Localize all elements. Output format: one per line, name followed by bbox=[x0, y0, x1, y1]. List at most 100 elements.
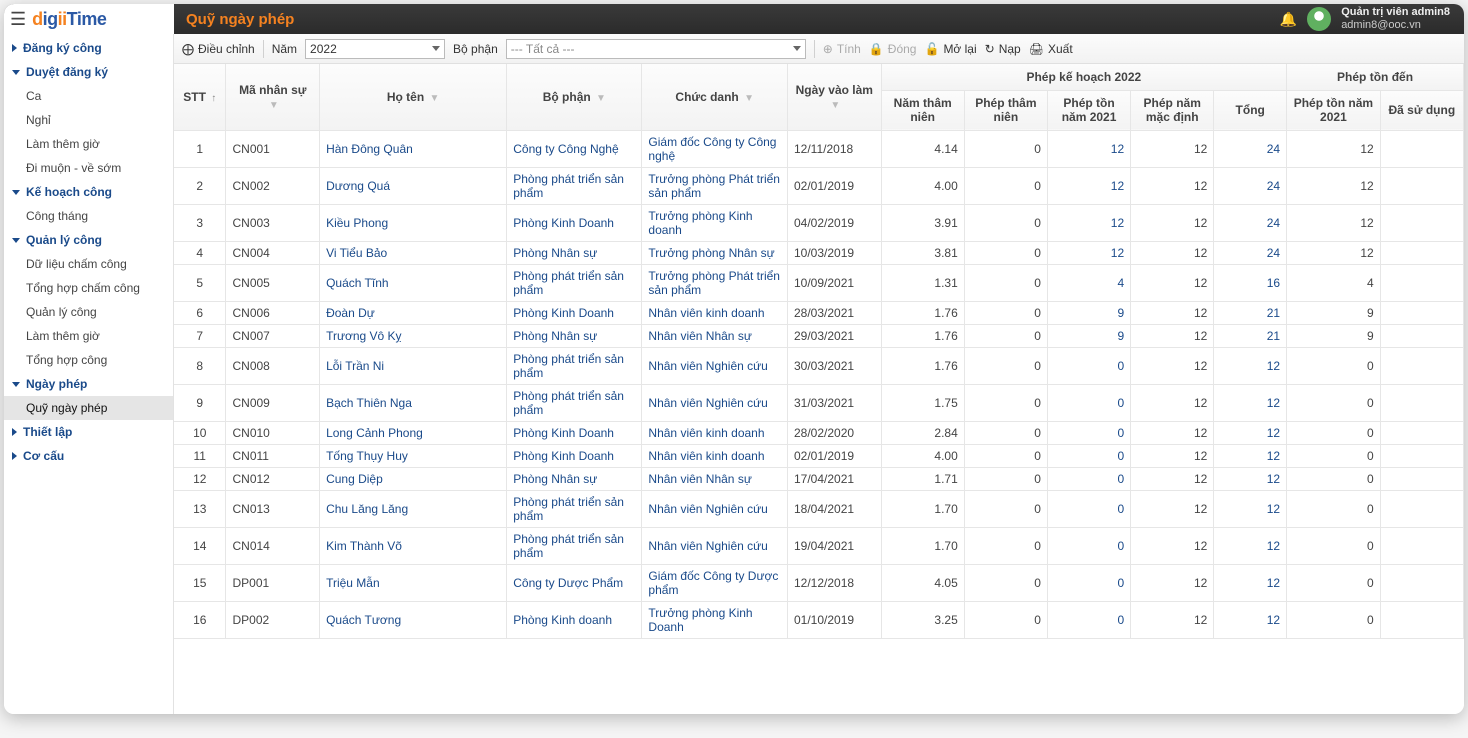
cell-chucdanh[interactable]: Nhân viên kinh doanh bbox=[642, 301, 788, 324]
col-tong[interactable]: Tổng bbox=[1214, 90, 1287, 130]
cell-tong[interactable]: 24 bbox=[1214, 130, 1287, 167]
cell-chucdanh[interactable]: Nhân viên Nghiên cứu bbox=[642, 384, 788, 421]
nav-item-lam-them-gio[interactable]: Làm thêm giờ bbox=[4, 132, 173, 156]
cell-bophan[interactable]: Phòng phát triển sản phẩm bbox=[507, 527, 642, 564]
table-row[interactable]: 9CN009Bạch Thiên NgaPhòng phát triển sản… bbox=[174, 384, 1464, 421]
cell-tong[interactable]: 12 bbox=[1214, 601, 1287, 638]
nav-duyet-dang-ky[interactable]: Duyệt đăng ký bbox=[4, 60, 173, 84]
cell-tong[interactable]: 12 bbox=[1214, 467, 1287, 490]
cell-hoten[interactable]: Hàn Đông Quân bbox=[320, 130, 507, 167]
cell-tong[interactable]: 12 bbox=[1214, 347, 1287, 384]
cell-chucdanh[interactable]: Trưởng phòng Phát triển sản phẩm bbox=[642, 264, 788, 301]
bell-icon[interactable]: 🔔 bbox=[1280, 11, 1297, 28]
nav-item-lam-them-gio-2[interactable]: Làm thêm giờ bbox=[4, 324, 173, 348]
cell-phepton21[interactable]: 12 bbox=[1047, 204, 1130, 241]
col-chucdanh[interactable]: Chức danh ▼ bbox=[642, 64, 788, 130]
table-row[interactable]: 16DP002Quách TươngPhòng Kinh doanhTrưởng… bbox=[174, 601, 1464, 638]
cell-phepton21[interactable]: 12 bbox=[1047, 167, 1130, 204]
col-stt[interactable]: STT ↑ bbox=[174, 64, 226, 130]
nav-item-quan-ly-cong[interactable]: Quản lý công bbox=[4, 300, 173, 324]
table-row[interactable]: 6CN006Đoàn DựPhòng Kinh DoanhNhân viên k… bbox=[174, 301, 1464, 324]
cell-hoten[interactable]: Lỗi Trần Ni bbox=[320, 347, 507, 384]
cell-bophan[interactable]: Phòng Nhân sự bbox=[507, 324, 642, 347]
cell-tong[interactable]: 21 bbox=[1214, 324, 1287, 347]
reopen-button[interactable]: 🔓Mở lại bbox=[924, 42, 976, 56]
nav-item-cong-thang[interactable]: Công tháng bbox=[4, 204, 173, 228]
cell-chucdanh[interactable]: Giám đốc Công ty Công nghệ bbox=[642, 130, 788, 167]
col-namtn[interactable]: Năm thâm niên bbox=[881, 90, 964, 130]
cell-hoten[interactable]: Bạch Thiên Nga bbox=[320, 384, 507, 421]
cell-chucdanh[interactable]: Nhân viên Nghiên cứu bbox=[642, 527, 788, 564]
cell-phepton21[interactable]: 0 bbox=[1047, 347, 1130, 384]
year-select[interactable]: 2022 bbox=[305, 39, 445, 59]
cell-chucdanh[interactable]: Nhân viên kinh doanh bbox=[642, 421, 788, 444]
table-row[interactable]: 8CN008Lỗi Trần NiPhòng phát triển sản ph… bbox=[174, 347, 1464, 384]
cell-chucdanh[interactable]: Nhân viên Nhân sự bbox=[642, 324, 788, 347]
table-row[interactable]: 15DP001Triệu MẫnCông ty Dược PhẩmGiám đố… bbox=[174, 564, 1464, 601]
avatar[interactable] bbox=[1307, 7, 1331, 31]
nav-item-tong-hop-cong[interactable]: Tổng hợp công bbox=[4, 348, 173, 372]
cell-hoten[interactable]: Dương Quá bbox=[320, 167, 507, 204]
refresh-button[interactable]: ↻Nạp bbox=[985, 42, 1021, 56]
filter-icon[interactable]: ▼ bbox=[744, 93, 754, 104]
cell-chucdanh[interactable]: Trưởng phòng Phát triển sản phẩm bbox=[642, 167, 788, 204]
cell-phepton21[interactable]: 0 bbox=[1047, 444, 1130, 467]
nav-ngay-phep[interactable]: Ngày phép bbox=[4, 372, 173, 396]
table-row[interactable]: 7CN007Trương Vô KỵPhòng Nhân sựNhân viên… bbox=[174, 324, 1464, 347]
cell-phepton21[interactable]: 0 bbox=[1047, 421, 1130, 444]
cell-hoten[interactable]: Long Cảnh Phong bbox=[320, 421, 507, 444]
col-pheptn[interactable]: Phép thâm niên bbox=[964, 90, 1047, 130]
nav-dang-ky-cong[interactable]: Đăng ký công bbox=[4, 36, 173, 60]
cell-bophan[interactable]: Phòng phát triển sản phẩm bbox=[507, 264, 642, 301]
cell-bophan[interactable]: Phòng Kinh doanh bbox=[507, 601, 642, 638]
col-hoten[interactable]: Họ tên ▼ bbox=[320, 64, 507, 130]
cell-hoten[interactable]: Tống Thụy Huy bbox=[320, 444, 507, 467]
col-phepmd[interactable]: Phép năm mặc định bbox=[1131, 90, 1214, 130]
col-phepton21b[interactable]: Phép tồn năm 2021 bbox=[1287, 90, 1381, 130]
cell-tong[interactable]: 12 bbox=[1214, 384, 1287, 421]
cell-hoten[interactable]: Trương Vô Kỵ bbox=[320, 324, 507, 347]
cell-bophan[interactable]: Phòng phát triển sản phẩm bbox=[507, 384, 642, 421]
table-row[interactable]: 10CN010Long Cảnh PhongPhòng Kinh DoanhNh… bbox=[174, 421, 1464, 444]
nav-ke-hoach-cong[interactable]: Kế hoạch công bbox=[4, 180, 173, 204]
cell-chucdanh[interactable]: Giám đốc Công ty Dược phẩm bbox=[642, 564, 788, 601]
cell-phepton21[interactable]: 9 bbox=[1047, 301, 1130, 324]
cell-chucdanh[interactable]: Nhân viên Nghiên cứu bbox=[642, 347, 788, 384]
cell-phepton21[interactable]: 0 bbox=[1047, 384, 1130, 421]
cell-phepton21[interactable]: 4 bbox=[1047, 264, 1130, 301]
cell-hoten[interactable]: Chu Lăng Lăng bbox=[320, 490, 507, 527]
cell-chucdanh[interactable]: Nhân viên Nhân sự bbox=[642, 467, 788, 490]
cell-bophan[interactable]: Phòng Nhân sự bbox=[507, 467, 642, 490]
cell-bophan[interactable]: Phòng Kinh Doanh bbox=[507, 301, 642, 324]
table-row[interactable]: 11CN011Tống Thụy HuyPhòng Kinh DoanhNhân… bbox=[174, 444, 1464, 467]
cell-hoten[interactable]: Triệu Mẫn bbox=[320, 564, 507, 601]
nav-thiet-lap[interactable]: Thiết lập bbox=[4, 420, 173, 444]
filter-icon[interactable]: ▼ bbox=[269, 100, 279, 111]
nav-item-ca[interactable]: Ca bbox=[4, 84, 173, 108]
cell-chucdanh[interactable]: Trưởng phòng Nhân sự bbox=[642, 241, 788, 264]
table-row[interactable]: 13CN013Chu Lăng LăngPhòng phát triển sản… bbox=[174, 490, 1464, 527]
cell-hoten[interactable]: Đoàn Dự bbox=[320, 301, 507, 324]
cell-hoten[interactable]: Kim Thành Võ bbox=[320, 527, 507, 564]
table-row[interactable]: 4CN004Vi Tiểu BảoPhòng Nhân sựTrưởng phò… bbox=[174, 241, 1464, 264]
cell-chucdanh[interactable]: Nhân viên kinh doanh bbox=[642, 444, 788, 467]
table-row[interactable]: 3CN003Kiều PhongPhòng Kinh DoanhTrưởng p… bbox=[174, 204, 1464, 241]
col-bophan[interactable]: Bộ phận ▼ bbox=[507, 64, 642, 130]
nav-item-nghi[interactable]: Nghỉ bbox=[4, 108, 173, 132]
cell-bophan[interactable]: Phòng phát triển sản phẩm bbox=[507, 347, 642, 384]
col-ma[interactable]: Mã nhân sự ▼ bbox=[226, 64, 320, 130]
filter-icon[interactable]: ▼ bbox=[596, 93, 606, 104]
cell-hoten[interactable]: Vi Tiểu Bảo bbox=[320, 241, 507, 264]
cell-bophan[interactable]: Phòng phát triển sản phẩm bbox=[507, 490, 642, 527]
nav-quan-ly-cong[interactable]: Quản lý công bbox=[4, 228, 173, 252]
cell-chucdanh[interactable]: Trưởng phòng Kinh doanh bbox=[642, 204, 788, 241]
dept-select[interactable]: --- Tất cả --- bbox=[506, 39, 806, 59]
cell-tong[interactable]: 24 bbox=[1214, 167, 1287, 204]
cell-bophan[interactable]: Phòng Kinh Doanh bbox=[507, 444, 642, 467]
hamburger-icon[interactable]: ☰ bbox=[10, 9, 26, 30]
table-row[interactable]: 12CN012Cung DiệpPhòng Nhân sựNhân viên N… bbox=[174, 467, 1464, 490]
cell-hoten[interactable]: Quách Tương bbox=[320, 601, 507, 638]
col-ngayvao[interactable]: Ngày vào làm ▼ bbox=[788, 64, 882, 130]
cell-bophan[interactable]: Phòng Kinh Doanh bbox=[507, 204, 642, 241]
table-row[interactable]: 5CN005Quách TĩnhPhòng phát triển sản phẩ… bbox=[174, 264, 1464, 301]
